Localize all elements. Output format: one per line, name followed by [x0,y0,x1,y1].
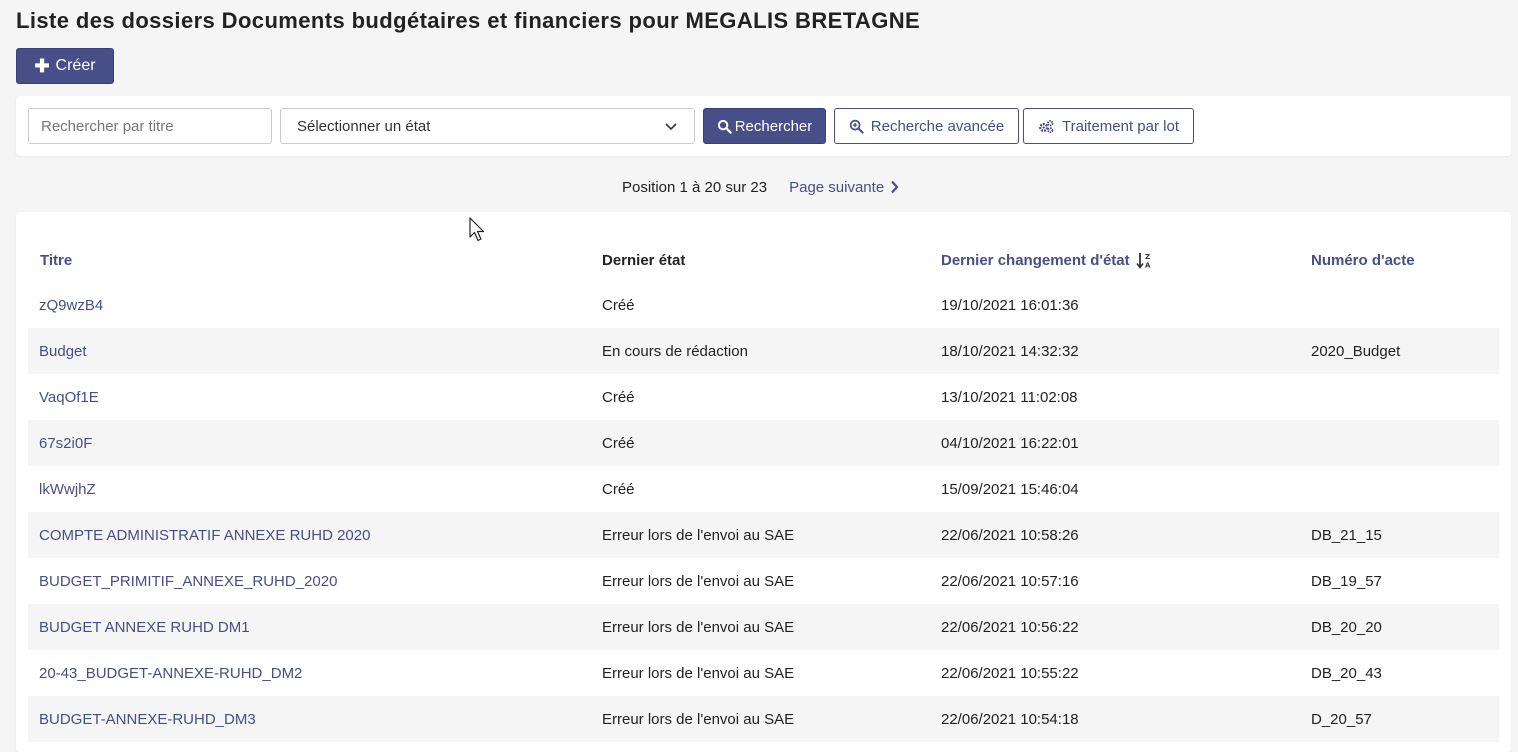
row-state: Erreur lors de l'envoi au SAE [602,572,795,590]
search-button[interactable]: Rechercher [703,108,826,144]
state-select[interactable]: Sélectionner un état [280,108,695,144]
zoom-in-icon [849,119,864,134]
row-act-number: D_20_57 [1311,710,1372,728]
table-row: COMPTE ADMINISTRATIF ANNEXE RUHD 2020 Err… [28,512,1499,558]
row-date: 13/10/2021 11:02:08 [941,388,1078,406]
table-row: 20-43_BUDGET-ANNEXE-RUHD_DM2 Erreur lors … [28,650,1499,696]
next-page-label: Page suivante [789,178,885,196]
row-date: 19/10/2021 16:01:36 [941,296,1079,314]
sort-alpha-desc-icon: Z A [1135,252,1151,269]
next-page-link[interactable]: Page suivante [789,179,899,196]
advanced-search-label: Recherche avancée [870,117,1005,135]
plus-icon: ✚ [34,56,50,76]
table-row: BUDGET ANNEXE RUHD DM1 Erreur lors de l'e… [28,604,1499,650]
batch-processing-label: Traitement par lot [1062,117,1179,135]
table-row: lkWwjhZ Créé 15/09/2021 15:46:04 [28,466,1499,512]
chevron-down-icon [665,123,677,131]
search-button-label: Rechercher [734,117,813,135]
row-title-link[interactable]: Budget [39,328,87,374]
row-state: Erreur lors de l'envoi au SAE [602,526,795,544]
row-title-link[interactable]: BUDGET_PRIMITIF_ANNEXE_RUHD_2020 [39,558,337,604]
row-date: 04/10/2021 16:22:01 [941,434,1079,452]
row-title-link[interactable]: zQ9wzB4 [39,282,103,328]
row-act-number: DB_20_43 [1311,664,1382,682]
pagination: Position 1 à 20 sur 23 Page suivante [622,176,899,198]
row-state: Créé [602,388,635,406]
row-state: Créé [602,296,635,314]
row-act-number: DB_20_20 [1311,618,1382,636]
row-state: Erreur lors de l'envoi au SAE [602,618,795,636]
table-row: VaqOf1E Créé 13/10/2021 11:02:08 [28,374,1499,420]
chevron-right-icon [891,180,899,194]
column-header-date[interactable]: Dernier changement d'état Z A [941,250,1152,270]
column-header-number[interactable]: Numéro d'acte [1311,250,1415,270]
column-header-title-label: Titre [40,251,73,269]
create-button-label: Créer [55,57,96,74]
table-row: BUDGET-ANNEXE-RUHD_DM3 Erreur lors de l'e… [28,696,1499,742]
create-button[interactable]: ✚ Créer [16,48,114,84]
table-row: BUDGET_PRIMITIF_ANNEXE_RUHD_2020 Erreur l… [28,558,1499,604]
row-title-link[interactable]: BUDGET-ANNEXE-RUHD_DM3 [39,696,256,742]
row-date: 22/06/2021 10:58:26 [941,526,1079,544]
row-title-link[interactable]: COMPTE ADMINISTRATIF ANNEXE RUHD 2020 [39,512,370,558]
row-date: 22/06/2021 10:54:18 [941,710,1079,728]
row-state: Erreur lors de l'envoi au SAE [602,664,795,682]
row-title-link[interactable]: VaqOf1E [39,374,99,420]
row-act-number: 2020_Budget [1311,342,1401,360]
folders-table: Titre Dernier état Dernier changement d'… [16,212,1511,752]
svg-text:A: A [1145,261,1151,269]
advanced-search-button[interactable]: Recherche avancée [834,108,1019,144]
mouse-cursor-icon [469,217,485,242]
row-date: 22/06/2021 10:57:16 [941,572,1079,590]
row-title-link[interactable]: BUDGET ANNEXE RUHD DM1 [39,604,250,650]
row-state: Erreur lors de l'envoi au SAE [602,710,795,728]
batch-processing-button[interactable]: Traitement par lot [1023,108,1194,144]
row-date: 22/06/2021 10:55:22 [941,664,1079,682]
row-title-link[interactable]: lkWwjhZ [39,466,96,512]
svg-text:Z: Z [1145,253,1150,261]
column-header-state: Dernier état [602,250,685,270]
gears-icon [1039,119,1054,133]
column-header-number-label: Numéro d'acte [1311,251,1415,269]
table-row: Budget En cours de rédaction 18/10/2021 14… [28,328,1499,374]
search-title-input[interactable] [28,108,272,144]
column-header-date-label: Dernier changement d'état [941,251,1130,269]
row-state: En cours de rédaction [602,342,748,360]
row-title-link[interactable]: 20-43_BUDGET-ANNEXE-RUHD_DM2 [39,650,302,696]
row-date: 18/10/2021 14:32:32 [941,342,1079,360]
table-row: 67s2i0F Créé 04/10/2021 16:22:01 [28,420,1499,466]
column-header-state-label: Dernier état [602,251,686,269]
row-title-link[interactable]: 67s2i0F [39,420,92,466]
page-title: Liste des dossiers Documents budgétaires… [16,8,921,33]
row-state: Créé [602,480,635,498]
row-act-number: DB_21_15 [1311,526,1382,544]
row-date: 22/06/2021 10:56:22 [941,618,1079,636]
state-select-value: Sélectionner un état [297,117,431,135]
table-row: zQ9wzB4 Créé 19/10/2021 16:01:36 [28,282,1499,328]
row-date: 15/09/2021 15:46:04 [941,480,1079,498]
row-act-number: DB_19_57 [1311,572,1382,590]
search-icon [717,119,732,134]
search-panel: Sélectionner un état Rechercher Recherch… [16,96,1511,156]
column-header-title[interactable]: Titre [40,250,72,270]
pagination-position: Position 1 à 20 sur 23 [622,178,768,196]
row-state: Créé [602,434,635,452]
